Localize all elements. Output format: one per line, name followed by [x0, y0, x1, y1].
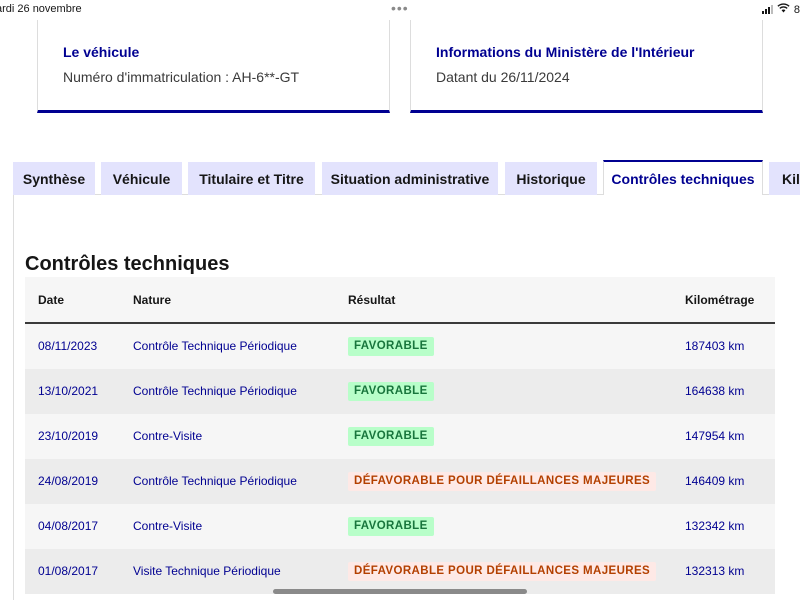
- cell-mileage: 132342 km: [685, 519, 745, 533]
- result-badge: FAVORABLE: [348, 337, 434, 356]
- tab-vehicule[interactable]: Véhicule: [101, 162, 182, 195]
- ministry-info-card: Informations du Ministère de l'Intérieur…: [410, 20, 763, 113]
- cell-date: 13/10/2021: [38, 384, 99, 398]
- cell-mileage: 146409 km: [685, 474, 745, 488]
- cell-nature: Visite Technique Périodique: [133, 564, 281, 578]
- tab-list: Synthèse Véhicule Titulaire et Titre Sit…: [0, 160, 800, 195]
- status-date: ardi 26 novembre: [0, 3, 82, 15]
- ministry-card-title: Informations du Ministère de l'Intérieur: [436, 44, 695, 60]
- header-mileage: Kilométrage: [685, 293, 755, 307]
- cell-mileage: 187403 km: [685, 339, 745, 353]
- cell-mileage: 147954 km: [685, 429, 745, 443]
- cell-nature: Contrôle Technique Périodique: [133, 474, 297, 488]
- header-nature: Nature: [133, 293, 172, 307]
- cell-mileage: 132313 km: [685, 564, 745, 578]
- result-badge: FAVORABLE: [348, 427, 434, 446]
- registration-number: Numéro d'immatriculation : AH-6**-GT: [63, 69, 300, 85]
- table-row: 24/08/2019 Contrôle Technique Périodique…: [25, 459, 775, 504]
- section-title: Contrôles techniques: [25, 253, 230, 275]
- result-badge: FAVORABLE: [348, 517, 434, 536]
- horizontal-scrollbar[interactable]: [273, 589, 527, 594]
- result-badge: DÉFAVORABLE POUR DÉFAILLANCES MAJEURES: [348, 472, 657, 491]
- system-indicators: 8: [761, 3, 800, 16]
- wifi-icon: [777, 3, 790, 16]
- tab-kilometrage[interactable]: Kilo: [769, 162, 800, 195]
- cell-date: 04/08/2017: [38, 519, 99, 533]
- data-date: Datant du 26/11/2024: [436, 69, 570, 85]
- table-row: 01/08/2017 Visite Technique Périodique D…: [25, 549, 775, 594]
- multitask-dots-icon[interactable]: •••: [391, 0, 409, 16]
- tab-historique[interactable]: Historique: [505, 162, 597, 195]
- header-date: Date: [38, 293, 65, 307]
- cell-date: 01/08/2017: [38, 564, 99, 578]
- cell-date: 08/11/2023: [38, 339, 98, 353]
- table-row: 04/08/2017 Contre-Visite FAVORABLE 13234…: [25, 504, 775, 549]
- table-row: 08/11/2023 Contrôle Technique Périodique…: [25, 324, 775, 369]
- technical-inspections-table: Date Nature Résultat Kilométrage 08/11/2…: [25, 277, 775, 594]
- vehicle-card: Le véhicule Numéro d'immatriculation : A…: [37, 20, 390, 113]
- cell-mileage: 164638 km: [685, 384, 745, 398]
- table-row: 13/10/2021 Contrôle Technique Périodique…: [25, 369, 775, 414]
- cell-nature: Contrôle Technique Périodique: [133, 384, 297, 398]
- signal-icon: [761, 5, 773, 14]
- header-result: Résultat: [348, 293, 396, 307]
- cell-nature: Contrôle Technique Périodique: [133, 339, 297, 353]
- cell-date: 23/10/2019: [38, 429, 99, 443]
- cell-date: 24/08/2019: [38, 474, 99, 488]
- vehicle-card-title: Le véhicule: [63, 44, 140, 60]
- table-header: Date Nature Résultat Kilométrage: [25, 277, 775, 324]
- result-badge: DÉFAVORABLE POUR DÉFAILLANCES MAJEURES: [348, 562, 657, 581]
- table-row: 23/10/2019 Contre-Visite FAVORABLE 14795…: [25, 414, 775, 459]
- tab-controles-techniques[interactable]: Contrôles techniques: [603, 160, 763, 195]
- tab-titulaire-et-titre[interactable]: Titulaire et Titre: [188, 162, 315, 195]
- cell-nature: Contre-Visite: [133, 519, 203, 533]
- tab-situation-administrative[interactable]: Situation administrative: [322, 162, 498, 195]
- status-bar: ardi 26 novembre ••• 8: [0, 0, 800, 20]
- tab-synthese[interactable]: Synthèse: [13, 162, 95, 195]
- result-badge: FAVORABLE: [348, 382, 434, 401]
- battery-level: 8: [793, 3, 800, 16]
- cell-nature: Contre-Visite: [133, 429, 203, 443]
